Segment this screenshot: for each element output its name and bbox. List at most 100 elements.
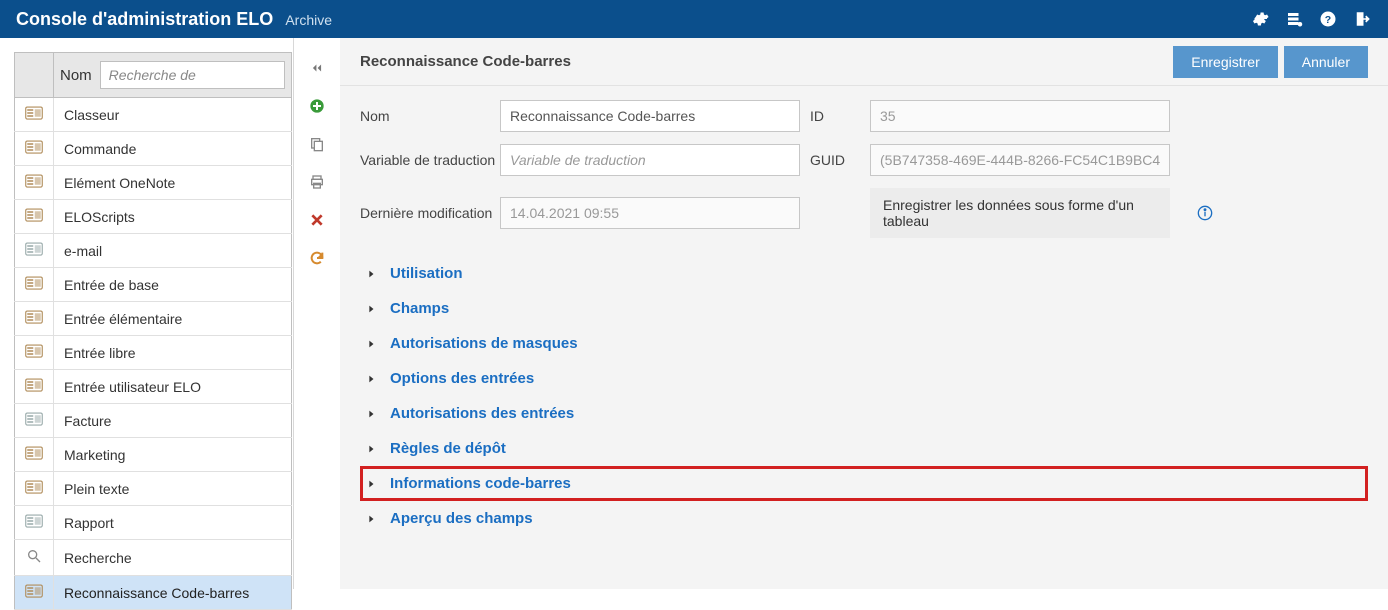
tool-column <box>294 38 340 589</box>
list-row[interactable]: Entrée utilisateur ELO <box>15 370 292 404</box>
section-row[interactable]: Règles de dépôt <box>360 431 1368 466</box>
content-pane: Reconnaissance Code-barres Enregistrer A… <box>340 38 1388 589</box>
mask-icon <box>15 98 54 132</box>
mask-icon <box>15 540 54 576</box>
lastmod-input <box>500 197 800 229</box>
chevron-right-icon <box>366 303 378 315</box>
section-row[interactable]: Autorisations des entrées <box>360 396 1368 431</box>
list-item-label: Reconnaissance Code-barres <box>54 576 292 610</box>
content-header: Reconnaissance Code-barres Enregistrer A… <box>340 38 1388 86</box>
list-row[interactable]: Reconnaissance Code-barres <box>15 576 292 610</box>
list-row[interactable]: Facture <box>15 404 292 438</box>
section-label: Informations code-barres <box>390 475 571 492</box>
topbar-left: Console d'administration ELO Archive <box>16 9 332 30</box>
help-icon[interactable]: ? <box>1318 9 1338 29</box>
topbar-actions: ? <box>1250 9 1372 29</box>
section-label: Aperçu des champs <box>390 510 533 527</box>
mask-icon <box>15 370 54 404</box>
chevron-right-icon <box>366 268 378 280</box>
save-button[interactable]: Enregistrer <box>1173 46 1277 78</box>
list-row[interactable]: Entrée libre <box>15 336 292 370</box>
mask-icon <box>15 506 54 540</box>
list-item-label: Marketing <box>54 438 292 472</box>
svg-text:?: ? <box>1325 14 1331 26</box>
list-row[interactable]: e-mail <box>15 234 292 268</box>
mask-icon <box>15 166 54 200</box>
section-row[interactable]: Informations code-barres <box>360 466 1368 501</box>
main-layout: Nom ClasseurCommandeElément OneNoteELOSc… <box>0 38 1388 589</box>
list-item-label: Entrée libre <box>54 336 292 370</box>
gear-icon[interactable] <box>1250 9 1270 29</box>
mask-icon <box>15 576 54 610</box>
list-row[interactable]: Commande <box>15 132 292 166</box>
list-item-label: Entrée utilisateur ELO <box>54 370 292 404</box>
mask-icon <box>15 438 54 472</box>
section-row[interactable]: Autorisations de masques <box>360 326 1368 361</box>
list-header-namecol: Nom <box>60 61 285 89</box>
chevron-right-icon <box>366 443 378 455</box>
print-icon[interactable] <box>305 170 329 194</box>
list-row[interactable]: Classeur <box>15 98 292 132</box>
list-row[interactable]: Rapport <box>15 506 292 540</box>
transvar-input[interactable] <box>500 144 800 176</box>
app-subtitle: Archive <box>285 12 332 28</box>
action-buttons: Enregistrer Annuler <box>1173 46 1368 78</box>
mask-icon <box>15 200 54 234</box>
list-row[interactable]: Elément OneNote <box>15 166 292 200</box>
id-label: ID <box>810 108 870 124</box>
list-row[interactable]: Entrée de base <box>15 268 292 302</box>
save-as-table-button[interactable]: Enregistrer les données sous forme d'un … <box>870 188 1170 238</box>
chevron-right-icon <box>366 408 378 420</box>
section-row[interactable]: Aperçu des champs <box>360 501 1368 536</box>
name-input[interactable] <box>500 100 800 132</box>
cancel-button[interactable]: Annuler <box>1284 46 1368 78</box>
sections-list: Utilisation Champs Autorisations de masque… <box>340 248 1388 536</box>
list-item-label: Plein texte <box>54 472 292 506</box>
id-input <box>870 100 1170 132</box>
database-icon[interactable] <box>1284 9 1304 29</box>
collapse-icon[interactable] <box>305 56 329 80</box>
list-header: Nom <box>15 53 292 98</box>
chevron-right-icon <box>366 338 378 350</box>
lastmod-label: Dernière modification <box>360 205 500 221</box>
mask-icon <box>15 302 54 336</box>
delete-icon[interactable] <box>305 208 329 232</box>
content-title: Reconnaissance Code-barres <box>360 53 571 70</box>
list-row[interactable]: Plein texte <box>15 472 292 506</box>
list-row[interactable]: ELOScripts <box>15 200 292 234</box>
mask-list-table: Nom ClasseurCommandeElément OneNoteELOSc… <box>14 52 292 610</box>
section-label: Champs <box>390 300 449 317</box>
list-header-iconcol <box>15 53 54 98</box>
section-label: Autorisations des entrées <box>390 405 574 422</box>
search-input[interactable] <box>100 61 285 89</box>
section-label: Options des entrées <box>390 370 534 387</box>
chevron-right-icon <box>366 513 378 525</box>
refresh-icon[interactable] <box>305 246 329 270</box>
section-row[interactable]: Options des entrées <box>360 361 1368 396</box>
transvar-label: Variable de traduction <box>360 152 500 168</box>
mask-icon <box>15 234 54 268</box>
section-row[interactable]: Utilisation <box>360 256 1368 291</box>
logout-icon[interactable] <box>1352 9 1372 29</box>
guid-input <box>870 144 1170 176</box>
add-icon[interactable] <box>305 94 329 118</box>
list-item-label: Entrée de base <box>54 268 292 302</box>
list-item-label: Commande <box>54 132 292 166</box>
list-row[interactable]: Entrée élémentaire <box>15 302 292 336</box>
section-label: Utilisation <box>390 265 463 282</box>
section-row[interactable]: Champs <box>360 291 1368 326</box>
form-grid: Nom ID Variable de traduction GUID Derni… <box>360 100 1388 238</box>
list-row[interactable]: Marketing <box>15 438 292 472</box>
form-area: Nom ID Variable de traduction GUID Derni… <box>340 86 1388 248</box>
name-label: Nom <box>360 108 500 124</box>
topbar: Console d'administration ELO Archive ? <box>0 0 1388 38</box>
list-row[interactable]: Recherche <box>15 540 292 576</box>
list-item-label: Facture <box>54 404 292 438</box>
list-header-label[interactable]: Nom <box>60 67 92 84</box>
chevron-right-icon <box>366 373 378 385</box>
copy-icon[interactable] <box>305 132 329 156</box>
list-item-label: Rapport <box>54 506 292 540</box>
info-icon[interactable] <box>1190 205 1220 221</box>
section-label: Autorisations de masques <box>390 335 578 352</box>
list-item-label: ELOScripts <box>54 200 292 234</box>
